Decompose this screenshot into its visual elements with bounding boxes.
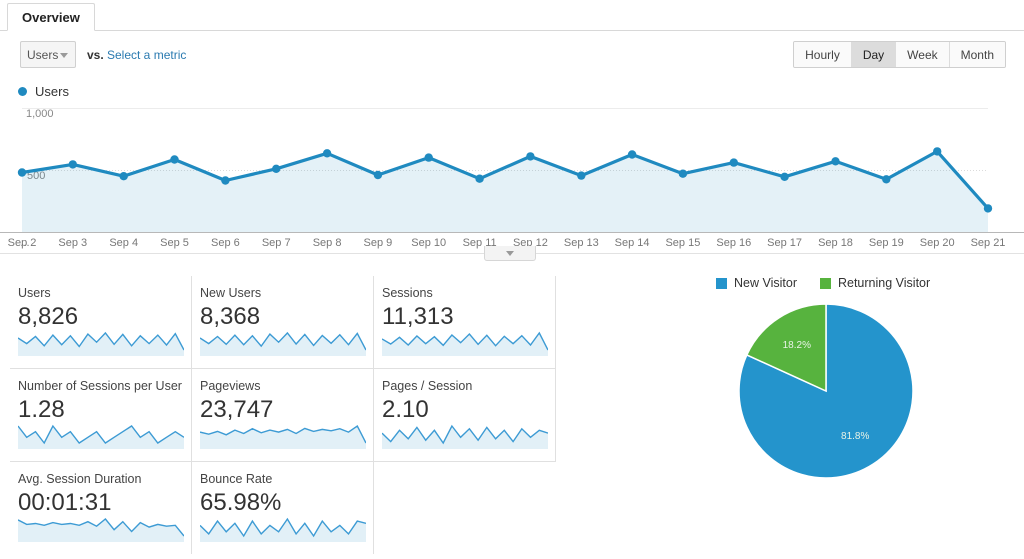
metric-card-sparkline [18, 424, 184, 449]
metric-card-value: 11,313 [382, 303, 454, 330]
x-tick-label: Sep 21 [970, 237, 1006, 249]
x-tick-label: Sep 15 [665, 237, 701, 249]
metric-card-sparkline [382, 331, 548, 356]
chart-legend: Users [18, 84, 69, 99]
period-btn-label: Week [907, 47, 938, 62]
legend-swatch-icon [819, 277, 831, 289]
pie-legend-label: New Visitor [734, 276, 797, 290]
tab-overview-label: Overview [22, 9, 80, 25]
metric-card-value: 8,826 [18, 303, 79, 330]
metric-card-value: 00:01:31 [18, 489, 112, 516]
metric-card-sparkline [18, 518, 184, 542]
legend-dot-icon [18, 87, 27, 96]
metric-card-label: New Users [200, 286, 262, 300]
chart-legend-label: Users [35, 84, 69, 99]
metric-card[interactable]: Number of Sessions per User 1.28 [10, 369, 192, 461]
metric-card[interactable]: Sessions 11,313 [374, 276, 556, 368]
metric-card-label: Pages / Session [382, 379, 473, 393]
metric-card-label: Sessions [382, 286, 433, 300]
metric-card-row: Number of Sessions per User 1.28 Pageviews… [10, 369, 556, 461]
chevron-down-icon [506, 250, 514, 256]
metric-card-value: 1.28 [18, 396, 65, 423]
x-tick-label: Sep 9 [363, 237, 393, 249]
x-tick-label: Sep 20 [919, 237, 955, 249]
metric-card-value: 65.98% [200, 489, 282, 516]
metric-card[interactable]: Pageviews 23,747 [192, 369, 374, 461]
metric-card-sparkline [18, 331, 184, 356]
metric-card-label: Users [18, 286, 51, 300]
metric-select-value: Users [27, 47, 59, 62]
metric-card[interactable]: Bounce Rate 65.98% [192, 462, 374, 554]
metric-card-label: Avg. Session Duration [18, 472, 142, 486]
period-btn-label: Day [862, 47, 885, 62]
metric-card[interactable]: New Users 8,368 [192, 276, 374, 368]
metric-card-sparkline [200, 331, 366, 356]
metric-card-value: 2.10 [382, 396, 429, 423]
pie-slice-label: 18.2% [783, 340, 811, 351]
x-tick-label: Sep 8 [312, 237, 342, 249]
metric-card-sparkline [382, 424, 548, 449]
metric-card[interactable]: Users 8,826 [10, 276, 192, 368]
period-btn-week[interactable]: Week [896, 42, 950, 67]
period-btn-day[interactable]: Day [851, 42, 897, 67]
chevron-down-icon [60, 53, 68, 58]
x-tick-label: Sep 4 [109, 237, 139, 249]
x-tick-label: Sep 6 [211, 237, 240, 249]
period-selector: Hourly Day Week Month [793, 41, 1006, 68]
metric-cards: Users 8,826 New Users 8,368 Sessions 11,313 Nu… [10, 276, 556, 554]
x-tick-label: Sep 19 [868, 237, 904, 249]
period-btn-hourly[interactable]: Hourly [794, 42, 852, 67]
x-tick-label: Sep 17 [767, 237, 803, 249]
pie-legend-label: Returning Visitor [837, 276, 931, 290]
x-tick-label: Sep 10 [411, 237, 447, 249]
x-tick-label: Sep 2 [7, 237, 37, 249]
pie-legend: New Visitor Returning Visitor [716, 276, 930, 290]
metric-card-row: Avg. Session Duration 00:01:31 Bounce Rate… [10, 462, 556, 554]
users-line-chart[interactable] [0, 108, 1024, 233]
period-btn-month[interactable]: Month [949, 42, 1005, 67]
select-a-metric-link[interactable]: Select a metric [107, 48, 186, 62]
metric-card-value: 23,747 [200, 396, 274, 423]
metric-card-sparkline [200, 424, 366, 449]
metric-card-label: Bounce Rate [200, 472, 273, 486]
metric-card[interactable]: Pages / Session 2.10 [374, 369, 556, 461]
metric-card-label: Number of Sessions per User [18, 379, 182, 393]
period-btn-label: Hourly [805, 47, 840, 62]
x-tick-label: Sep 18 [818, 237, 853, 249]
period-btn-label: Month [960, 47, 994, 62]
tab-bar: Overview [0, 0, 1024, 31]
x-tick-label: Sep 14 [614, 237, 650, 249]
metric-card-row: Users 8,826 New Users 8,368 Sessions 11,313 [10, 276, 556, 368]
tab-overview[interactable]: Overview [7, 3, 95, 31]
metric-select[interactable]: Users [20, 41, 76, 68]
visitor-type-pie-chart[interactable]: 81.8% 18.2% [738, 303, 914, 484]
metric-card[interactable]: Avg. Session Duration 00:01:31 [10, 462, 192, 554]
chart-collapse-handle[interactable] [484, 246, 536, 261]
x-tick-label: Sep 3 [58, 237, 88, 249]
vs-label: vs. [87, 48, 104, 62]
legend-swatch-icon [716, 277, 727, 289]
x-tick-label: Sep 16 [716, 237, 752, 249]
x-tick-label: Sep 5 [160, 237, 189, 249]
pie-slice-label: 81.8% [841, 431, 869, 442]
metric-card-sparkline [200, 517, 366, 542]
metric-card-value: 8,368 [200, 303, 261, 330]
x-tick-label: Sep 13 [563, 237, 599, 249]
x-tick-label: Sep 7 [261, 237, 291, 249]
metric-card-label: Pageviews [200, 379, 261, 393]
